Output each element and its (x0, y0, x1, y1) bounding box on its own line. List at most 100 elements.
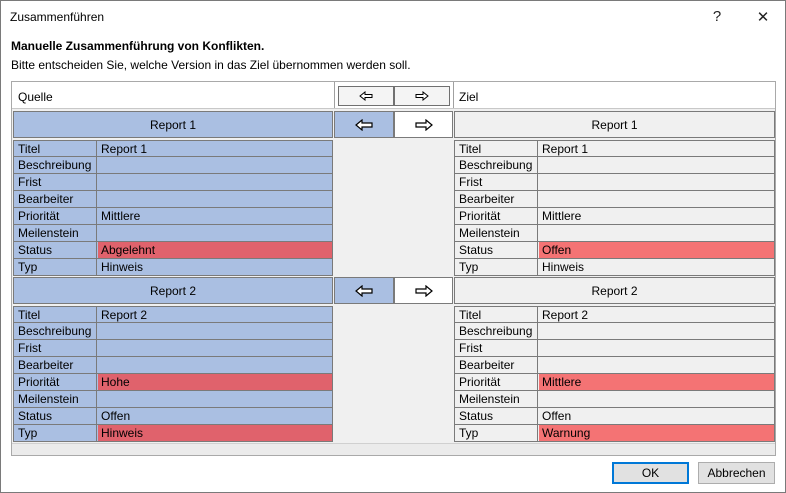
merge-dialog: Zusammenführen ? ✕ Manuelle Zusammenführ… (0, 0, 786, 493)
property-row[interactable]: Status Offen (455, 242, 775, 259)
property-row[interactable]: Bearbeiter (455, 357, 775, 374)
target-group-title: Report 2 (591, 283, 638, 298)
property-row[interactable]: Typ Warnung (455, 425, 775, 442)
property-row[interactable]: Titel Report 2 (14, 306, 333, 323)
ok-button[interactable]: OK (612, 462, 689, 484)
property-row[interactable]: Typ Hinweis (14, 259, 333, 276)
property-row[interactable]: Status Offen (455, 408, 775, 425)
property-value (538, 340, 774, 356)
property-row[interactable]: Frist (455, 174, 775, 191)
target-group-title: Report 1 (591, 117, 638, 132)
dialog-subheading: Bitte entscheiden Sie, welche Version in… (11, 58, 411, 72)
property-name: Typ (14, 259, 97, 275)
property-name: Frist (455, 174, 538, 190)
property-name: Meilenstein (455, 391, 538, 407)
property-row[interactable]: Status Abgelehnt (14, 242, 333, 259)
property-name: Typ (455, 425, 538, 441)
ok-button-label: OK (641, 466, 660, 480)
use-target-button[interactable] (394, 277, 453, 304)
header-divider (12, 108, 775, 109)
property-name: Typ (455, 259, 538, 275)
property-value (97, 191, 332, 207)
column-separator (334, 82, 335, 108)
property-row[interactable]: Meilenstein (14, 225, 333, 242)
take-all-right-button[interactable] (394, 86, 450, 106)
property-value: Offen (542, 409, 572, 423)
property-value (538, 174, 774, 190)
property-name: Bearbeiter (14, 191, 97, 207)
property-value (97, 340, 332, 356)
property-value: Warnung (542, 426, 591, 440)
window-title: Zusammenführen (10, 10, 105, 24)
target-column-label: Ziel (459, 90, 479, 104)
property-name: Priorität (455, 208, 538, 224)
property-name: Priorität (14, 208, 97, 224)
cancel-button[interactable]: Abbrechen (698, 462, 775, 484)
merge-panel: Quelle Ziel Report 1 Report 1 Titel Repor… (11, 81, 776, 456)
property-row[interactable]: Beschreibung (14, 323, 333, 340)
close-icon: ✕ (756, 8, 770, 26)
property-name: Status (14, 242, 97, 258)
property-value: Report 2 (101, 308, 148, 322)
help-button[interactable]: ? (697, 1, 737, 32)
property-row[interactable]: Frist (455, 340, 775, 357)
property-row[interactable]: Typ Hinweis (14, 425, 333, 442)
property-row[interactable]: Beschreibung (455, 157, 775, 174)
property-row[interactable]: Priorität Mittlere (455, 374, 775, 391)
property-name: Frist (14, 340, 97, 356)
property-row[interactable]: Priorität Mittlere (455, 208, 775, 225)
dialog-heading: Manuelle Zusammenführung von Konflikten. (11, 39, 265, 53)
close-button[interactable]: ✕ (743, 1, 783, 32)
arrow-left-icon (359, 91, 373, 101)
property-row[interactable]: Titel Report 1 (14, 140, 333, 157)
property-value: Hohe (101, 375, 130, 389)
target-properties-grid: Titel Report 2 Beschreibung Frist Bearbeiter… (454, 306, 775, 442)
property-value: Mittlere (101, 209, 141, 223)
property-row[interactable]: Priorität Hohe (14, 374, 333, 391)
cancel-button-label: Abbrechen (707, 466, 766, 480)
property-row[interactable]: Priorität Mittlere (14, 208, 333, 225)
property-value: Offen (101, 409, 131, 423)
property-row[interactable]: Meilenstein (14, 391, 333, 408)
use-source-button[interactable] (334, 277, 394, 304)
property-row[interactable]: Titel Report 1 (455, 140, 775, 157)
arrow-left-icon (355, 118, 373, 131)
property-row[interactable]: Bearbeiter (455, 191, 775, 208)
property-value: Report 1 (542, 142, 589, 156)
property-name: Status (455, 242, 538, 258)
property-row[interactable]: Bearbeiter (14, 357, 333, 374)
property-value: Hinweis (101, 260, 144, 274)
property-value: Report 1 (101, 142, 148, 156)
property-value (97, 391, 332, 407)
property-row[interactable]: Beschreibung (455, 323, 775, 340)
property-name: Titel (14, 307, 97, 322)
property-name: Beschreibung (455, 323, 538, 339)
property-row[interactable]: Bearbeiter (14, 191, 333, 208)
property-name: Bearbeiter (455, 357, 538, 373)
property-value (97, 357, 332, 373)
property-name: Beschreibung (14, 157, 97, 173)
title-bar: Zusammenführen ? ✕ (1, 1, 785, 32)
property-row[interactable]: Status Offen (14, 408, 333, 425)
property-name: Titel (455, 141, 538, 156)
property-row[interactable]: Titel Report 2 (455, 306, 775, 323)
property-row[interactable]: Frist (14, 340, 333, 357)
property-row[interactable]: Meilenstein (455, 391, 775, 408)
use-target-button[interactable] (394, 111, 453, 138)
take-all-left-button[interactable] (338, 86, 394, 106)
property-name: Status (14, 408, 97, 424)
property-row[interactable]: Typ Hinweis (455, 259, 775, 276)
property-value: Abgelehnt (101, 243, 156, 257)
property-name: Titel (455, 307, 538, 322)
property-name: Frist (14, 174, 97, 190)
property-value: Hinweis (101, 426, 144, 440)
horizontal-scrollbar[interactable] (12, 443, 775, 455)
property-row[interactable]: Beschreibung (14, 157, 333, 174)
property-row[interactable]: Frist (14, 174, 333, 191)
property-row[interactable]: Meilenstein (455, 225, 775, 242)
property-name: Status (455, 408, 538, 424)
property-name: Frist (455, 340, 538, 356)
property-value (97, 225, 332, 241)
property-value: Offen (542, 243, 572, 257)
use-source-button[interactable] (334, 111, 394, 138)
